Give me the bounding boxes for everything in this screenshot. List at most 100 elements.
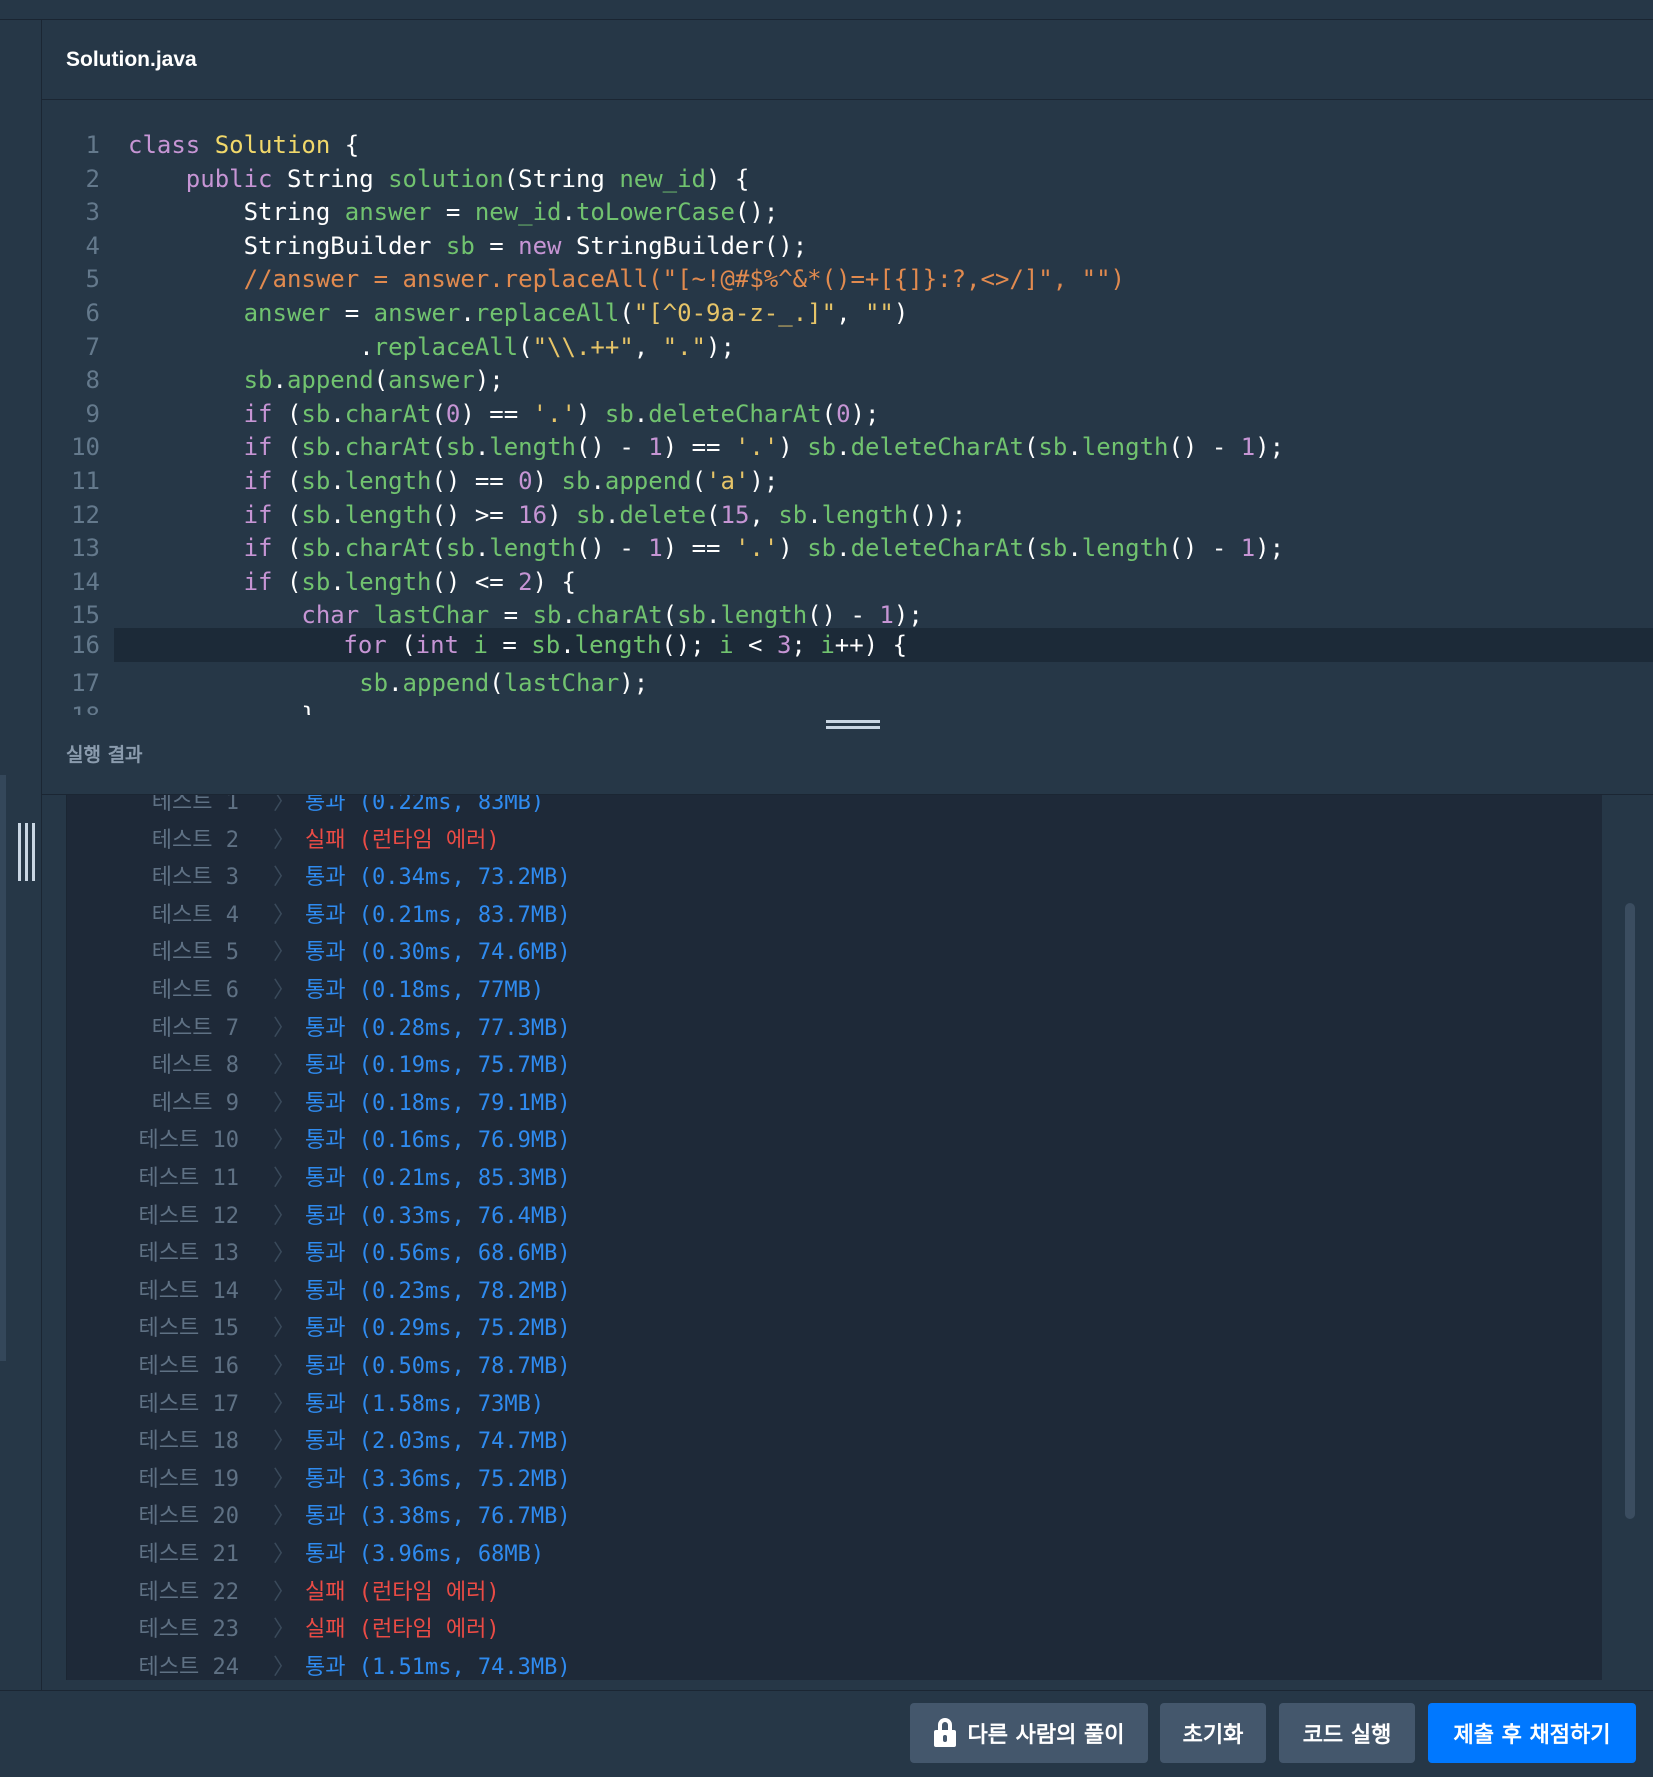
chevron-right-icon: 〉	[273, 1542, 296, 1567]
chevron-right-icon: 〉	[273, 1579, 296, 1605]
test-result-row: 테스트 21 〉 통과 (3.96ms, 68MB)	[67, 1536, 1567, 1573]
test-label: 테스트 12	[138, 1203, 239, 1229]
code-text: public String solution(String new_id) {	[185, 164, 750, 193]
editor-resize-handle-icon[interactable]	[826, 720, 880, 732]
code-line[interactable]: 13 if (sb.charAt(sb.length() - 1) == '.'…	[42, 531, 1653, 565]
panel-resize-grip-icon[interactable]	[18, 823, 36, 881]
test-label: 테스트 2	[151, 827, 239, 853]
code-line[interactable]: 11 if (sb.length() == 0) sb.append('a');	[42, 464, 1653, 498]
code-text: sb.append(answer);	[243, 366, 504, 395]
code-text: }	[128, 699, 315, 715]
chevron-right-icon: 〉	[273, 902, 296, 928]
chevron-right-icon: 〉	[273, 1278, 296, 1304]
test-label: 테스트 17	[138, 1391, 239, 1417]
code-text: if (sb.charAt(sb.length() - 1) == '.') s…	[243, 534, 1285, 563]
test-result-text: 통과 (1.51ms, 74.3MB)	[305, 1654, 571, 1680]
file-tab-header: Solution.java	[42, 20, 1653, 100]
chevron-right-icon: 〉	[273, 1203, 296, 1229]
line-number: 18	[42, 699, 100, 715]
line-number: 2	[85, 164, 100, 193]
test-label: 테스트 8	[151, 1053, 239, 1079]
test-result-row: 테스트 18 〉 통과 (2.03ms, 74.7MB)	[67, 1423, 1567, 1460]
test-result-row: 테스트 19 〉 통과 (3.36ms, 75.2MB)	[67, 1461, 1567, 1498]
test-result-row: 테스트 13 〉 통과 (0.56ms, 68.6MB)	[67, 1235, 1567, 1272]
test-results-list: 테스트 1 〉 통과 (0.22ms, 83MB) 테스트 2 〉 실패 (런타임 에러)…	[66, 795, 1602, 1680]
run-code-button[interactable]: 코드 실행	[1279, 1703, 1415, 1763]
code-line[interactable]: 18 }	[42, 699, 1653, 715]
code-line[interactable]: 10 if (sb.charAt(sb.length() - 1) == '.'…	[42, 430, 1653, 464]
chevron-right-icon: 〉	[273, 1316, 296, 1342]
code-text: if (sb.length() >= 16) sb.delete(15, sb.…	[243, 500, 967, 529]
test-result-row: 테스트 8 〉 통과 (0.19ms, 75.7MB)	[67, 1047, 1567, 1084]
test-result-text: 통과 (0.19ms, 75.7MB)	[305, 1053, 571, 1079]
line-number: 14	[71, 567, 100, 596]
test-result-text: 실패 (런타임 에러)	[305, 827, 500, 853]
code-line[interactable]: 9 if (sb.charAt(0) == '.') sb.deleteChar…	[42, 397, 1653, 431]
test-result-text: 통과 (0.33ms, 76.4MB)	[305, 1203, 571, 1229]
test-label: 테스트 15	[138, 1316, 239, 1342]
test-label: 테스트 18	[138, 1429, 239, 1455]
reset-label: 초기화	[1182, 1723, 1244, 1748]
code-line[interactable]: 7 .replaceAll("\\.++", ".");	[42, 330, 1653, 364]
code-editor[interactable]: 1 class Solution {2 public String solutio…	[42, 101, 1653, 715]
file-tab-solution-java[interactable]: Solution.java	[66, 48, 197, 72]
code-text: if (sb.charAt(sb.length() - 1) == '.') s…	[243, 433, 1285, 462]
code-line[interactable]: 17 sb.append(lastChar);	[42, 666, 1653, 700]
reset-button[interactable]: 초기화	[1160, 1703, 1266, 1763]
test-label: 테스트 9	[151, 1090, 239, 1116]
test-label: 테스트 22	[138, 1579, 239, 1605]
chevron-right-icon: 〉	[273, 1128, 296, 1154]
code-text: .replaceAll("\\.++", ".");	[128, 332, 735, 361]
code-text: if (sb.charAt(0) == '.') sb.deleteCharAt…	[243, 399, 880, 428]
code-text: sb.append(lastChar);	[359, 668, 649, 697]
code-line[interactable]: 12 if (sb.length() >= 16) sb.delete(15, …	[42, 498, 1653, 532]
code-line[interactable]: 16 for (int i = sb.length(); i < 3; i++)…	[71, 628, 1653, 662]
scrollbar-thumb[interactable]	[1625, 903, 1635, 1519]
test-result-text: 통과 (0.16ms, 76.9MB)	[305, 1128, 571, 1154]
line-number: 13	[71, 534, 100, 563]
code-text: StringBuilder sb = new StringBuilder();	[243, 231, 808, 260]
chevron-right-icon: 〉	[273, 1354, 296, 1379]
test-result-text: 실패 (런타임 에러)	[305, 1579, 500, 1605]
code-line[interactable]: 4 StringBuilder sb = new StringBuilder()…	[42, 229, 1653, 263]
test-label: 테스트 24	[138, 1654, 239, 1680]
test-result-row: 테스트 1 〉 통과 (0.22ms, 83MB)	[67, 795, 1567, 821]
chevron-right-icon: 〉	[273, 1241, 296, 1267]
chevron-right-icon: 〉	[273, 1166, 296, 1191]
test-result-text: 통과 (0.18ms, 79.1MB)	[305, 1090, 571, 1116]
chevron-right-icon: 〉	[273, 1090, 296, 1116]
chevron-right-icon: 〉	[273, 1429, 296, 1455]
code-line[interactable]: 8 sb.append(answer);	[42, 363, 1653, 397]
left-panel-accent	[0, 775, 6, 1361]
test-result-text: 통과 (0.30ms, 74.6MB)	[305, 940, 571, 966]
submit-button[interactable]: 제출 후 채점하기	[1428, 1703, 1636, 1763]
code-line[interactable]: 5 //answer = answer.replaceAll("[~!@#$%^…	[42, 262, 1653, 296]
test-result-text: 통과 (0.22ms, 83MB)	[305, 795, 545, 815]
test-label: 테스트 21	[138, 1542, 239, 1567]
others-solutions-button[interactable]: 다른 사람의 풀이	[910, 1703, 1148, 1763]
code-line[interactable]: 14 if (sb.length() <= 2) {	[42, 565, 1653, 599]
chevron-right-icon: 〉	[273, 1617, 296, 1643]
test-label: 테스트 13	[138, 1241, 239, 1267]
test-result-text: 통과 (0.34ms, 73.2MB)	[305, 865, 571, 891]
code-line[interactable]: 1 class Solution {	[42, 128, 1653, 162]
chevron-right-icon: 〉	[273, 1504, 296, 1530]
chevron-right-icon: 〉	[273, 1654, 296, 1680]
test-label: 테스트 20	[138, 1504, 239, 1530]
line-number: 10	[71, 433, 100, 462]
line-number: 1	[85, 131, 100, 159]
code-line[interactable]: 3 String answer = new_id.toLowerCase();	[42, 195, 1653, 229]
code-text: if (sb.length() == 0) sb.append('a');	[243, 467, 779, 495]
test-result-row: 테스트 15 〉 통과 (0.29ms, 75.2MB)	[67, 1310, 1567, 1347]
test-result-text: 통과 (0.56ms, 68.6MB)	[305, 1241, 571, 1267]
code-line[interactable]: 2 public String solution(String new_id) …	[42, 162, 1653, 196]
test-result-row: 테스트 12 〉 통과 (0.33ms, 76.4MB)	[67, 1198, 1567, 1235]
test-label: 테스트 23	[138, 1617, 239, 1643]
test-label: 테스트 5	[151, 940, 239, 966]
code-line[interactable]: 6 answer = answer.replaceAll("[^0-9a-z-_…	[42, 296, 1653, 330]
test-label: 테스트 16	[138, 1354, 239, 1379]
results-scrollbar[interactable]	[1602, 795, 1653, 1680]
line-number: 16	[71, 631, 100, 659]
line-number: 6	[85, 299, 100, 327]
code-text: //answer = answer.replaceAll("[~!@#$%^&*…	[128, 265, 1125, 294]
